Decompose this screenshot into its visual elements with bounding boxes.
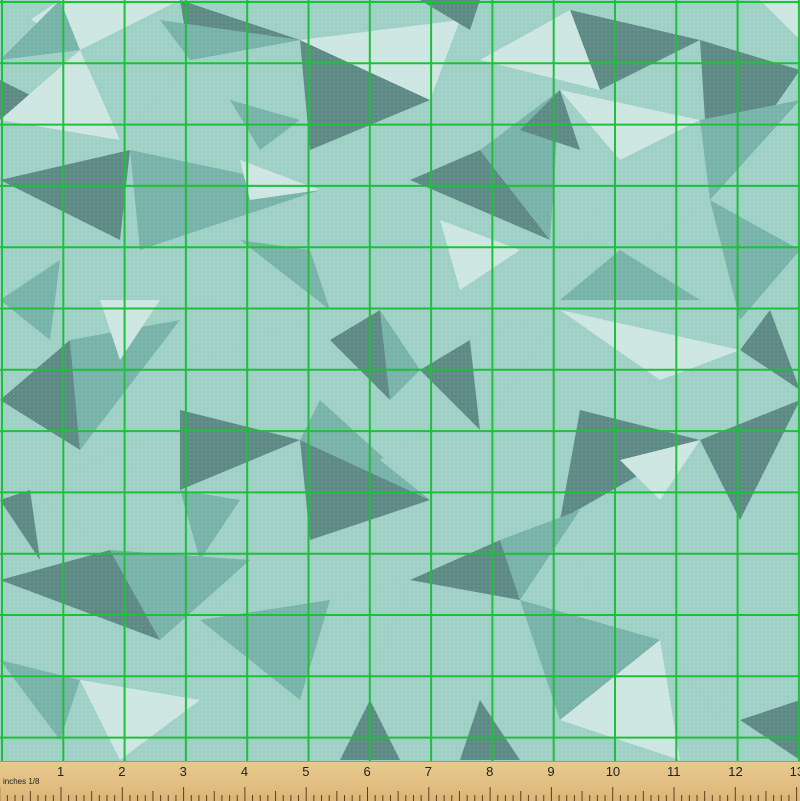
fabric-texture [0, 0, 800, 762]
ruler-ticks [0, 787, 798, 801]
fabric-pattern [0, 0, 800, 762]
ruler: inches 1/8 12345678910111213 [0, 761, 800, 801]
